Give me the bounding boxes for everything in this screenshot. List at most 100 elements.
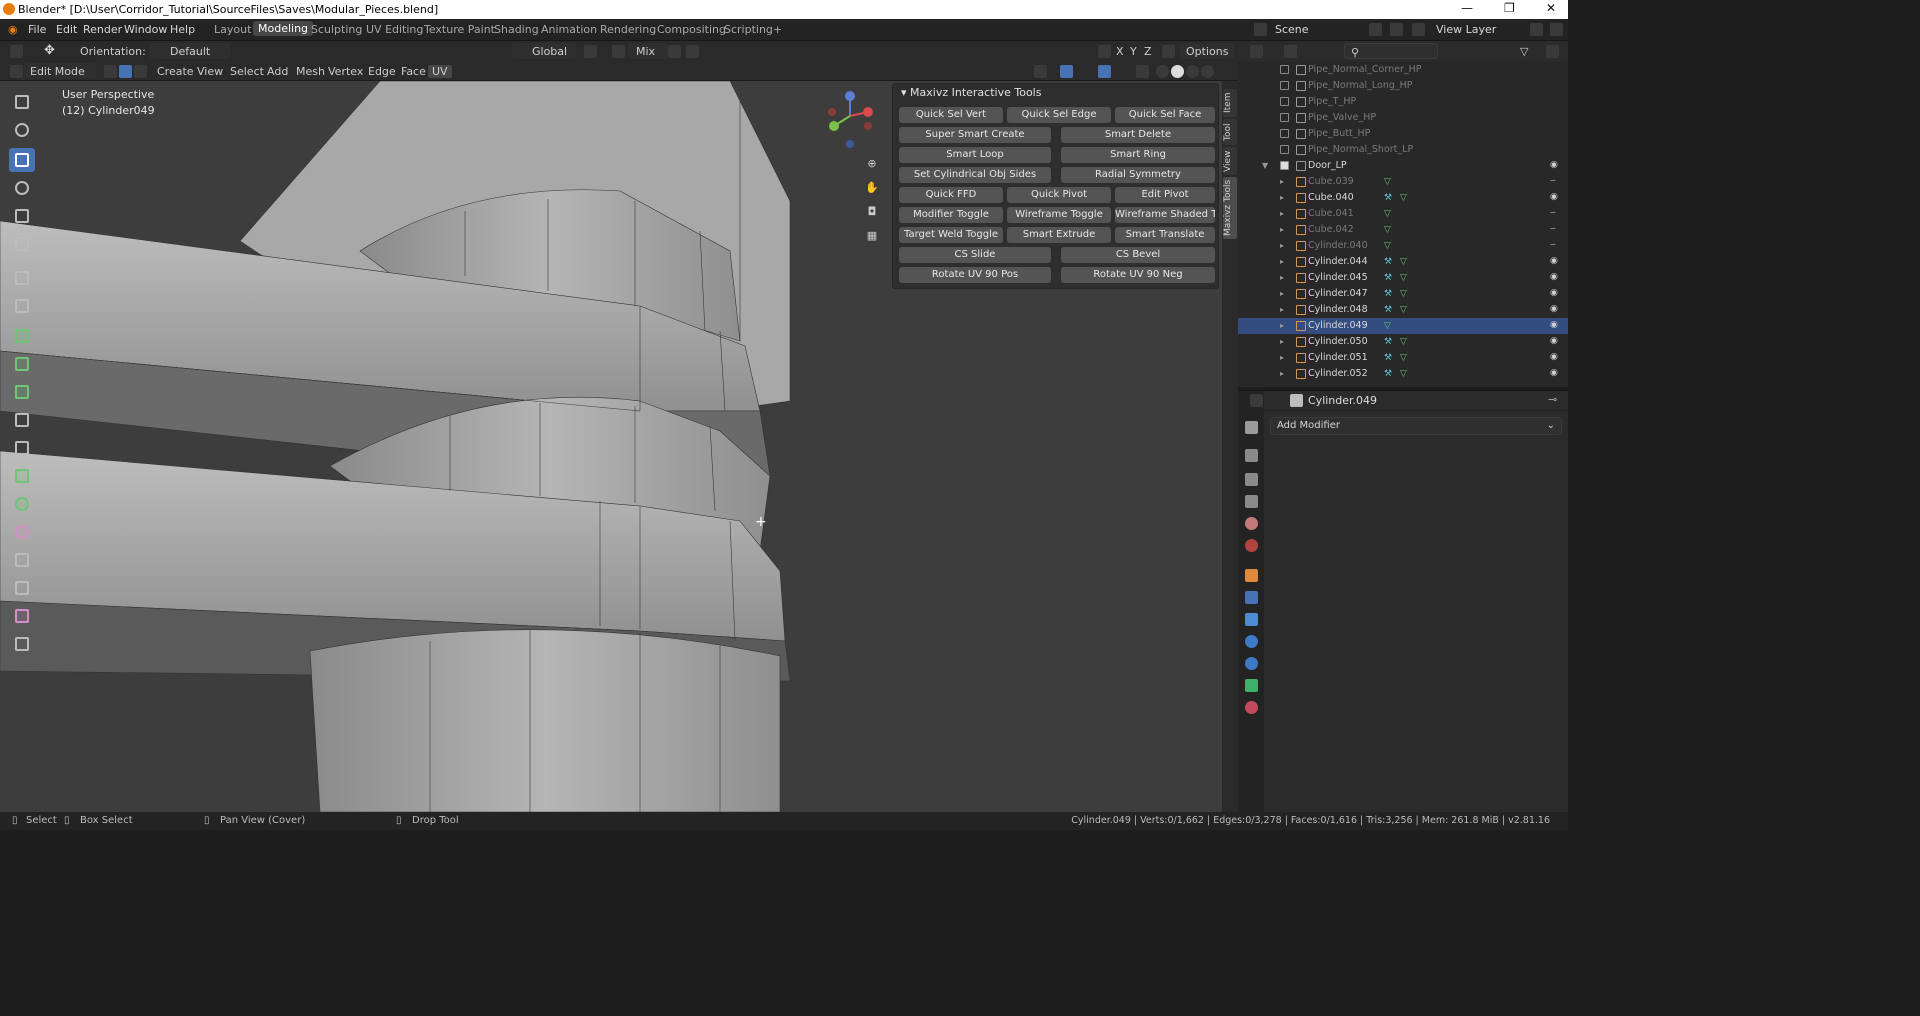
mesh-data-icon[interactable]: ▽ bbox=[1384, 241, 1394, 251]
spin-tool[interactable] bbox=[9, 492, 35, 516]
menu-view[interactable]: View bbox=[197, 65, 223, 78]
tab-compositing[interactable]: Compositing bbox=[657, 23, 726, 36]
quick-sel-vert-button[interactable]: Quick Sel Vert bbox=[899, 107, 1003, 123]
falloff-icon[interactable] bbox=[686, 45, 699, 58]
transform-orientation-dropdown[interactable]: Global bbox=[512, 43, 576, 59]
tab-view[interactable]: View bbox=[1223, 147, 1237, 175]
cs-slide-button[interactable]: CS Slide bbox=[899, 247, 1051, 263]
edit-pivot-button[interactable]: Edit Pivot bbox=[1115, 187, 1215, 203]
eye-closed-icon[interactable]: ⌣ bbox=[1550, 176, 1556, 186]
outliner-editor-type-icon[interactable] bbox=[1250, 45, 1263, 58]
outliner-row[interactable]: Pipe_Normal_Corner_HP bbox=[1238, 62, 1568, 78]
smart-extrude-button[interactable]: Smart Extrude bbox=[1007, 227, 1111, 243]
eye-icon[interactable]: ◉ bbox=[1550, 304, 1558, 314]
pivot-point-icon[interactable] bbox=[584, 45, 597, 58]
expand-arrow-icon[interactable]: ▸ bbox=[1280, 369, 1284, 378]
annotate-tool[interactable] bbox=[9, 266, 35, 290]
extrude-tool[interactable] bbox=[9, 324, 35, 348]
mode-dropdown[interactable]: Edit Mode bbox=[24, 63, 96, 79]
modifier-wrench-icon[interactable]: ⚒ bbox=[1384, 369, 1394, 379]
measure-tool[interactable] bbox=[9, 294, 35, 318]
gizmo-toggle-icon[interactable] bbox=[1060, 65, 1073, 78]
mesh-data-icon[interactable]: ▽ bbox=[1384, 209, 1394, 219]
menu-add[interactable]: Add bbox=[267, 65, 288, 78]
outliner-item-name[interactable]: Cylinder.048 bbox=[1308, 304, 1368, 315]
collection-checkbox[interactable] bbox=[1280, 113, 1289, 122]
orthographic-grid-icon[interactable]: ▦ bbox=[862, 226, 882, 246]
constraint-properties-icon[interactable] bbox=[1245, 657, 1258, 670]
gizmo-x-axis[interactable] bbox=[863, 107, 873, 117]
eye-icon[interactable]: ◉ bbox=[1550, 272, 1558, 282]
visibility-icon[interactable] bbox=[1034, 65, 1047, 78]
panel-header[interactable]: ▾ Maxivz Interactive Tools bbox=[901, 86, 1041, 99]
bevel-tool[interactable] bbox=[9, 380, 35, 404]
vertex-select-icon[interactable] bbox=[104, 65, 117, 78]
outliner-row[interactable]: Pipe_T_HP bbox=[1238, 94, 1568, 110]
eye-closed-icon[interactable]: ⌣ bbox=[1550, 224, 1556, 234]
face-select-icon[interactable] bbox=[134, 65, 147, 78]
menu-face[interactable]: Face bbox=[401, 65, 426, 78]
outliner-item-name[interactable]: Cylinder.044 bbox=[1308, 256, 1368, 267]
outliner-item-name[interactable]: Cylinder.047 bbox=[1308, 288, 1368, 299]
tab-maxivz-tools[interactable]: Maxivz Tools bbox=[1223, 177, 1237, 239]
quick-sel-edge-button[interactable]: Quick Sel Edge bbox=[1007, 107, 1111, 123]
outliner-row[interactable]: ▼ Door_LP ◉ bbox=[1238, 158, 1568, 174]
mesh-data-icon[interactable]: ▽ bbox=[1400, 305, 1410, 315]
expand-arrow-icon[interactable]: ▸ bbox=[1280, 209, 1284, 218]
outliner-row[interactable]: Pipe_Normal_Long_HP bbox=[1238, 78, 1568, 94]
expand-arrow-icon[interactable]: ▸ bbox=[1280, 257, 1284, 266]
mirror-z-toggle[interactable]: Z bbox=[1144, 45, 1152, 58]
collection-checkbox[interactable] bbox=[1280, 161, 1289, 170]
material-shading-icon[interactable] bbox=[1186, 65, 1199, 78]
navigation-gizmo[interactable] bbox=[822, 90, 878, 150]
menu-help[interactable]: Help bbox=[170, 23, 195, 36]
eye-icon[interactable]: ◉ bbox=[1550, 256, 1558, 266]
outliner-item-name[interactable]: Pipe_Butt_HP bbox=[1308, 128, 1370, 139]
menu-edit[interactable]: Edit bbox=[56, 23, 77, 36]
target-weld-toggle-button[interactable]: Target Weld Toggle bbox=[899, 227, 1003, 243]
modifier-wrench-icon[interactable]: ⚒ bbox=[1384, 257, 1394, 267]
gizmo-z-axis[interactable] bbox=[845, 91, 855, 101]
mesh-data-icon[interactable]: ▽ bbox=[1400, 193, 1410, 203]
outliner-row[interactable]: ▸ Cylinder.049 ▽ ◉ bbox=[1238, 318, 1568, 334]
view-layer-properties-icon[interactable] bbox=[1245, 495, 1258, 508]
outliner-item-name[interactable]: Door_LP bbox=[1308, 160, 1347, 171]
add-modifier-dropdown[interactable]: Add Modifier ⌄ bbox=[1270, 417, 1562, 435]
mesh-data-icon[interactable]: ▽ bbox=[1400, 353, 1410, 363]
outliner-row[interactable]: ▸ Cylinder.047 ⚒ ▽ ◉ bbox=[1238, 286, 1568, 302]
render-properties-icon[interactable] bbox=[1245, 449, 1258, 462]
expand-arrow-icon[interactable]: ▸ bbox=[1280, 193, 1284, 202]
xray-toggle-icon[interactable] bbox=[1136, 65, 1149, 78]
transform-tool[interactable] bbox=[9, 232, 35, 256]
editor-type-icon[interactable] bbox=[10, 45, 23, 58]
new-scene-icon[interactable] bbox=[1369, 23, 1382, 36]
mirror-y-toggle[interactable]: Y bbox=[1130, 45, 1137, 58]
menu-select[interactable]: Select bbox=[230, 65, 264, 78]
outliner-item-name[interactable]: Cylinder.040 bbox=[1308, 240, 1368, 251]
mesh-data-icon[interactable]: ▽ bbox=[1400, 337, 1410, 347]
mesh-data-icon[interactable]: ▽ bbox=[1384, 225, 1394, 235]
eye-icon[interactable]: ◉ bbox=[1550, 320, 1558, 330]
modifier-wrench-icon[interactable]: ⚒ bbox=[1384, 289, 1394, 299]
solid-shading-icon[interactable] bbox=[1171, 65, 1184, 78]
properties-editor-type-icon[interactable] bbox=[1250, 394, 1263, 407]
expand-arrow-icon[interactable]: ▸ bbox=[1280, 289, 1284, 298]
quick-sel-face-button[interactable]: Quick Sel Face bbox=[1115, 107, 1215, 123]
tab-sculpting[interactable]: Sculpting bbox=[311, 23, 362, 36]
new-collection-icon[interactable] bbox=[1546, 45, 1559, 58]
outliner-item-name[interactable]: Cylinder.051 bbox=[1308, 352, 1368, 363]
outliner-row[interactable]: Pipe_Valve_HP bbox=[1238, 110, 1568, 126]
blender-menu-icon[interactable]: ◉ bbox=[8, 23, 18, 36]
tab-modeling[interactable]: Modeling bbox=[253, 21, 314, 36]
outliner-row[interactable]: ▸ Cube.039 ▽ ⌣ bbox=[1238, 174, 1568, 190]
display-mode-icon[interactable] bbox=[1284, 45, 1297, 58]
orientation-dropdown[interactable]: Default bbox=[150, 43, 230, 59]
cursor-tool[interactable] bbox=[9, 118, 35, 142]
add-workspace-button[interactable]: + bbox=[773, 23, 782, 36]
snap-mode-dropdown[interactable]: Mix bbox=[628, 43, 668, 59]
mesh-data-icon[interactable]: ▽ bbox=[1400, 273, 1410, 283]
eye-icon[interactable]: ◉ bbox=[1550, 336, 1558, 346]
eye-icon[interactable]: ◉ bbox=[1550, 352, 1558, 362]
expand-arrow-icon[interactable]: ▸ bbox=[1280, 337, 1284, 346]
outliner-search-input[interactable]: ⚲ bbox=[1344, 43, 1438, 59]
